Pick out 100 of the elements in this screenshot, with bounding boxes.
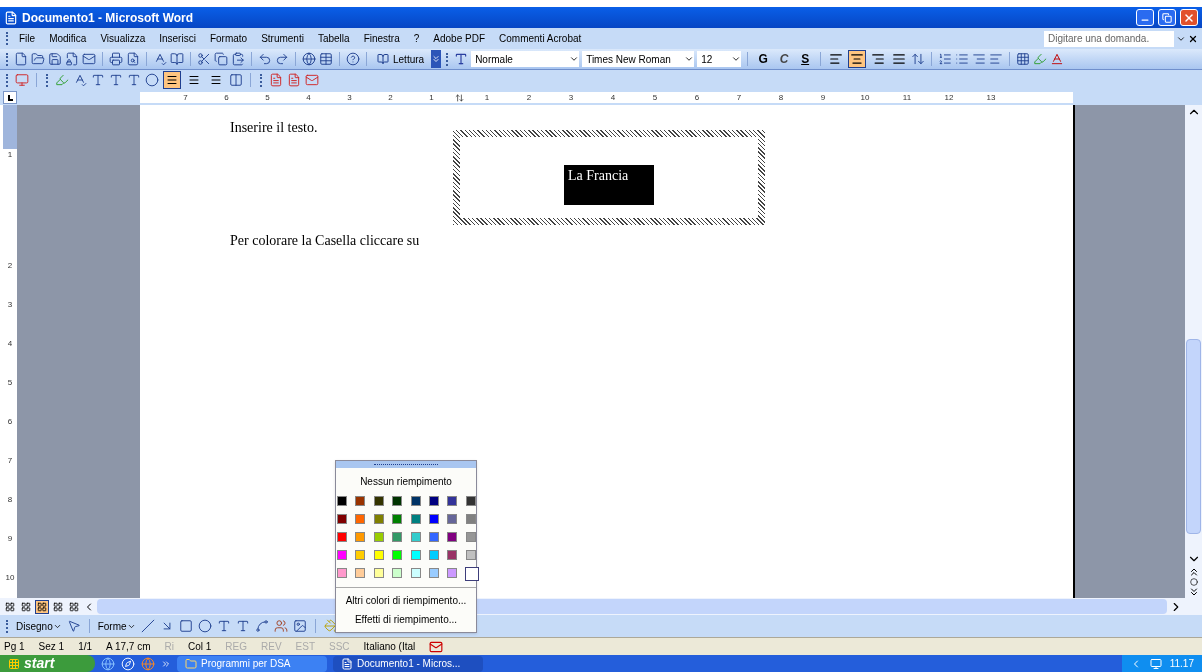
undo-icon[interactable] [258,52,272,66]
font-size-dropdown[interactable]: 12 [697,51,742,67]
color-swatch[interactable] [447,532,458,542]
toolbar-grip[interactable] [6,32,9,45]
menu-item[interactable]: ? [407,31,426,46]
color-swatch[interactable] [464,567,479,581]
browser-icon[interactable] [121,656,135,671]
indent-marker-icon[interactable] [454,92,464,103]
text-direction-icon[interactable] [109,73,123,87]
color-swatch[interactable] [428,550,439,560]
table-icon[interactable] [319,52,333,66]
print-preview-icon[interactable] [126,52,140,66]
pdf-icon[interactable] [269,73,283,87]
autoshapes-menu[interactable]: Forme [97,618,136,634]
tab-selector[interactable] [3,91,17,104]
more-icon[interactable] [161,658,171,669]
menu-item[interactable]: File [13,31,42,46]
color-swatch[interactable] [447,514,458,524]
color-swatch[interactable] [410,496,421,506]
color-swatch[interactable] [465,532,476,542]
redo-icon[interactable] [275,52,289,66]
line-spacing-icon[interactable] [911,52,926,66]
toolbar-grip[interactable] [46,73,49,87]
start-button[interactable]: start [0,655,95,672]
select-objects-icon[interactable] [66,619,81,633]
spelling-icon[interactable] [73,73,87,87]
text-box[interactable]: La Francia [453,130,765,225]
color-swatch[interactable] [428,496,439,506]
color-swatch[interactable] [447,550,458,560]
color-swatch[interactable] [337,532,347,542]
diagram-icon[interactable] [254,619,269,633]
bullet-list-icon[interactable] [955,52,970,66]
color-swatch[interactable] [428,568,439,578]
save-icon[interactable] [48,52,62,66]
cut-icon[interactable] [197,52,211,66]
toolbar-grip[interactable] [6,73,9,87]
minimize-button[interactable] [1136,9,1154,26]
align-button[interactable] [163,71,181,89]
color-swatch[interactable] [337,550,347,560]
color-swatch[interactable] [465,496,476,506]
color-swatch[interactable] [392,550,403,560]
color-swatch[interactable] [410,568,421,578]
menu-item[interactable]: Commenti Acrobat [493,31,588,46]
toolbar-grip[interactable] [446,52,450,66]
view-button[interactable] [35,599,49,614]
menu-item[interactable]: Formato [203,31,254,46]
menu-item[interactable]: Modifica [43,31,93,46]
toolbar-grip[interactable] [6,52,9,66]
color-swatch[interactable] [392,496,403,506]
color-swatch[interactable] [337,496,347,506]
font-dropdown[interactable]: Times New Roman [582,51,695,67]
color-swatch[interactable] [373,532,384,542]
line-icon[interactable] [140,619,155,633]
research-icon[interactable] [170,52,184,66]
hyperlink-icon[interactable] [302,52,316,66]
color-swatch[interactable] [465,514,476,524]
color-swatch[interactable] [373,514,384,524]
color-swatch[interactable] [337,568,347,578]
color-swatch[interactable] [410,550,421,560]
ask-question-field[interactable]: Digitare una domanda. [1044,30,1174,47]
enclosed-character-icon[interactable] [145,73,159,87]
color-swatch[interactable] [465,550,476,560]
color-swatch[interactable] [355,514,366,524]
menu-item[interactable]: Nessun riempimento [360,468,452,495]
taskbar-button[interactable]: Programmi per DSA [177,655,327,672]
text-box-icon[interactable] [216,619,231,633]
menu-item[interactable]: Altri colori di riempimento... [345,591,467,610]
color-swatch[interactable] [392,532,403,542]
columns-icon[interactable] [229,73,243,87]
border-icon[interactable] [1016,52,1031,66]
restore-button[interactable] [1158,9,1176,26]
color-swatch[interactable] [355,532,366,542]
clip-art-icon[interactable] [273,619,288,633]
permission-icon[interactable] [65,52,79,66]
color-swatch[interactable] [428,514,439,524]
toolbar-grip[interactable] [6,619,9,633]
print-icon[interactable] [109,52,123,66]
open-folder-icon[interactable] [31,52,45,66]
internet-explorer-icon[interactable] [101,656,115,671]
menu-item[interactable]: Adobe PDF [427,31,492,46]
font-color-icon[interactable] [1050,52,1065,66]
draw-menu[interactable]: Disegno [16,618,62,634]
browse-object-icon[interactable] [1189,578,1198,586]
menu-item[interactable]: Strumenti [255,31,310,46]
increase-indent-icon[interactable] [989,52,1004,66]
color-swatch[interactable] [392,568,403,578]
menu-item[interactable]: Tabella [311,31,356,46]
color-swatch[interactable] [410,514,421,524]
strikethrough-icon[interactable] [91,73,105,87]
color-swatch[interactable] [337,514,347,524]
color-swatch[interactable] [355,496,366,506]
color-swatch[interactable] [355,568,366,578]
paste-icon[interactable] [231,52,245,66]
menu-item[interactable]: Visualizza [94,31,152,46]
email-icon[interactable] [82,52,96,66]
menu-item[interactable]: Finestra [357,31,406,46]
copy-icon[interactable] [214,52,228,66]
phonetic-icon[interactable] [127,73,141,87]
rectangle-icon[interactable] [178,619,193,633]
reading-layout-button[interactable]: Lettura [373,51,429,67]
